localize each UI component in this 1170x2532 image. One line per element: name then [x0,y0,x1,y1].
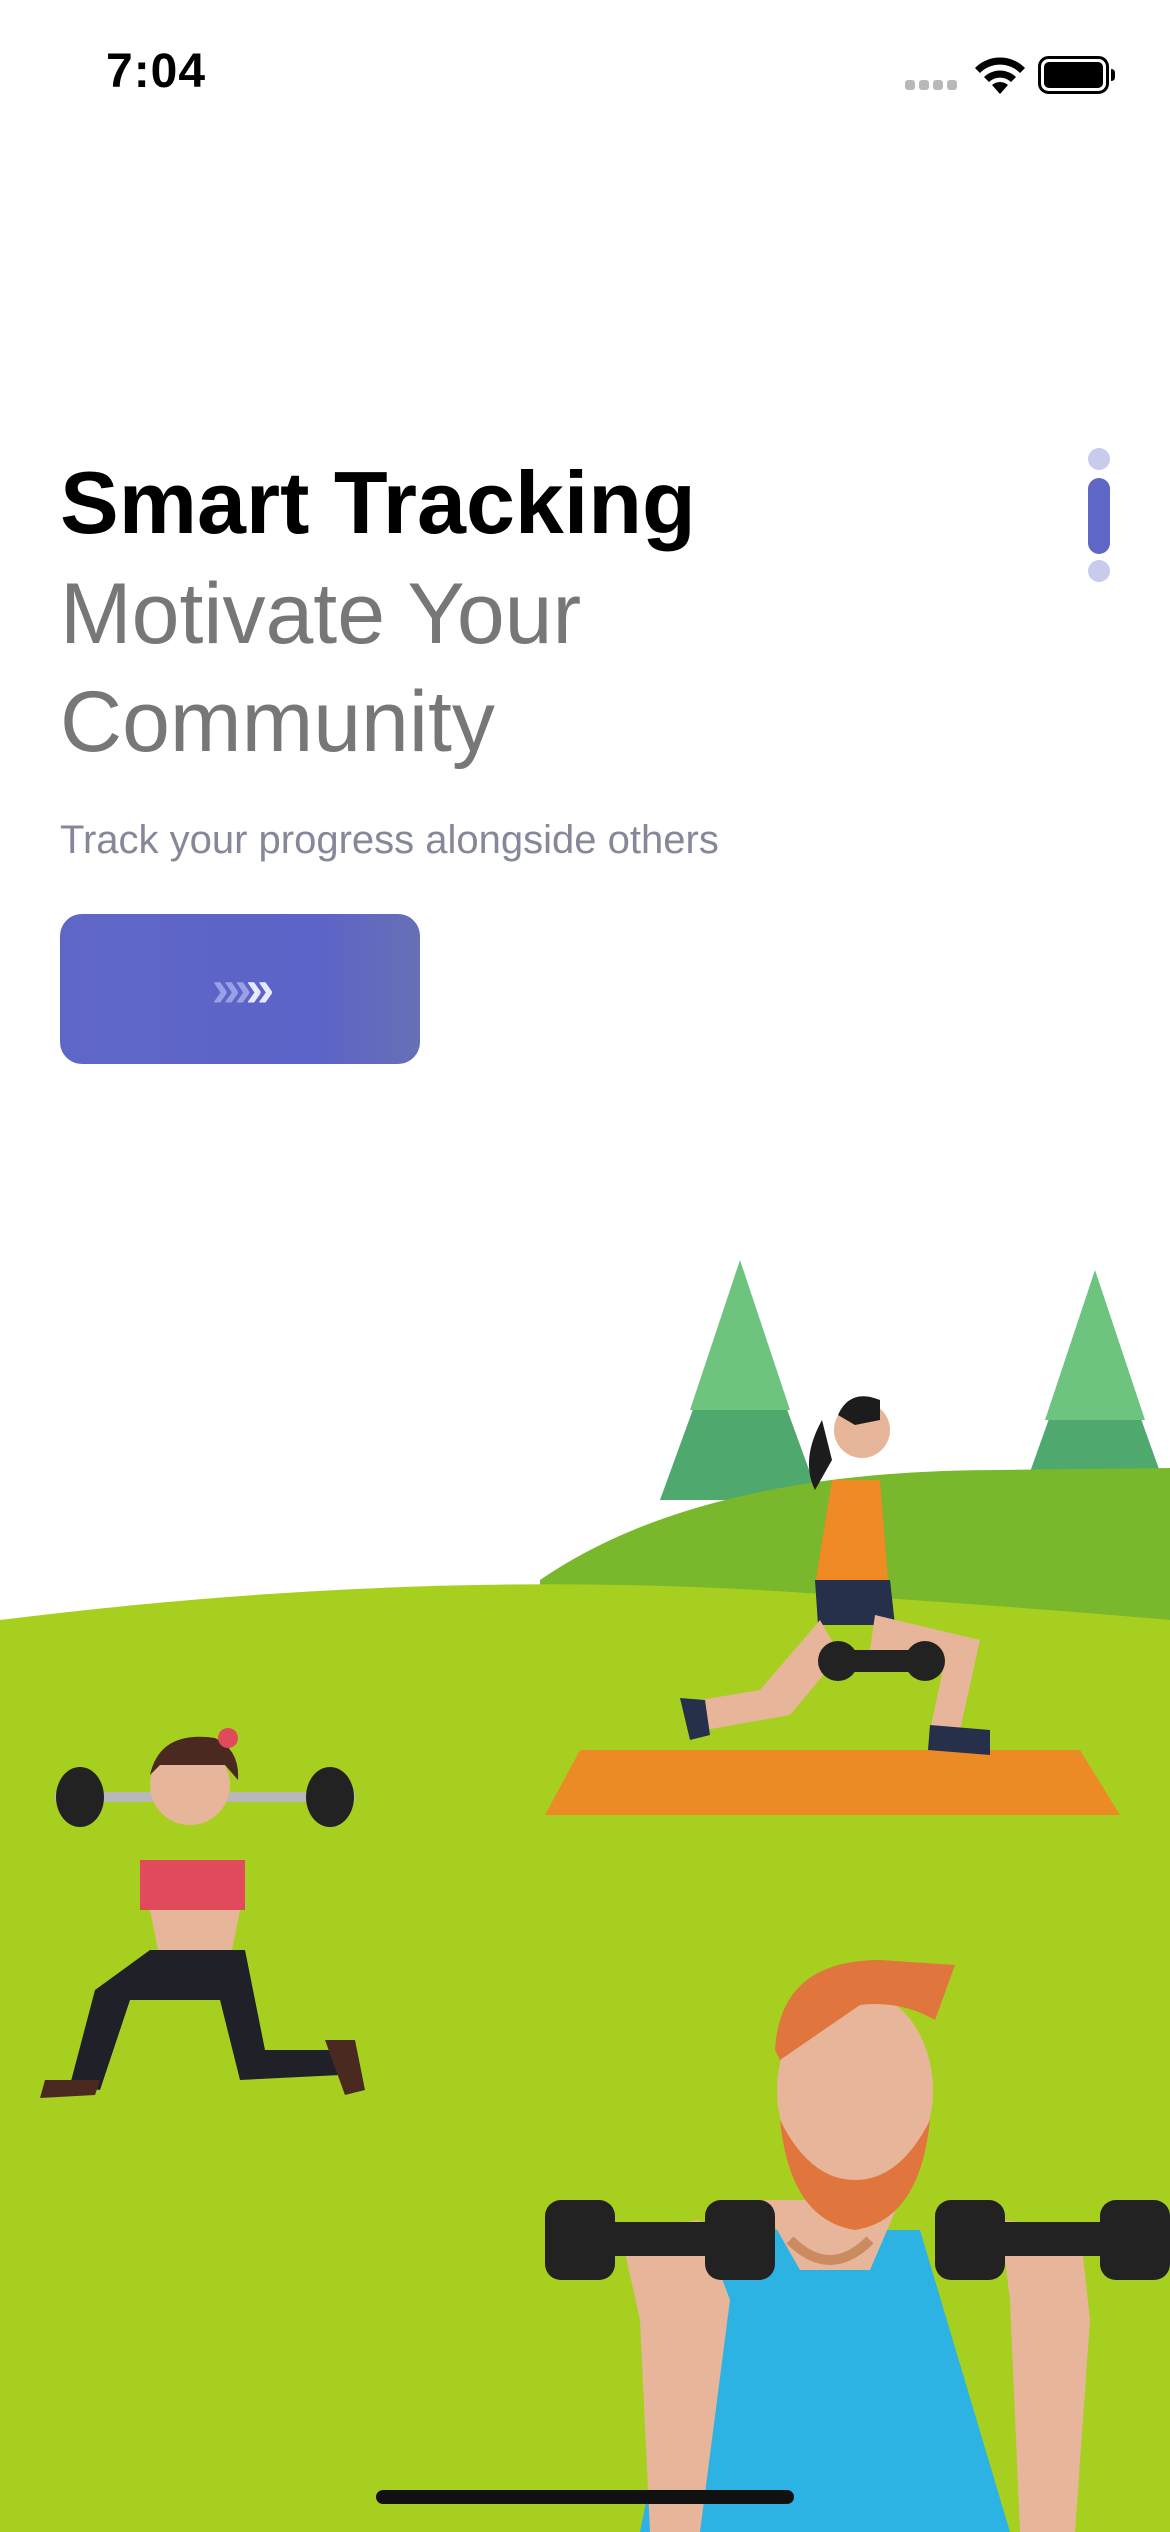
fitness-people-illustration [0,1260,1170,2532]
page-title: Smart Tracking [60,453,696,552]
page-description: Track your progress alongside others [60,818,719,862]
home-indicator[interactable] [376,2490,794,2504]
battery-icon [1038,56,1115,94]
tree-icon [1020,1270,1170,1500]
cellular-signal-icon [905,80,961,92]
page-dot[interactable] [1088,448,1110,470]
next-button[interactable]: ››› ›› [60,914,420,1064]
yoga-mat-shape [545,1750,1120,1815]
status-time: 7:04 [106,45,207,98]
chevrons-right-icon: ›› [245,960,275,1018]
page-dot-active[interactable] [1088,478,1110,554]
page-subtitle: Motivate Your Community [60,566,582,770]
wifi-icon [975,57,1025,94]
page-indicator [1084,448,1114,588]
tree-icon [660,1260,820,1500]
grass-shape [0,1584,1170,2532]
status-bar: 7:04 [0,0,1170,150]
page-dot[interactable] [1088,560,1110,582]
chevrons-right-icon: ››› [211,960,252,1018]
